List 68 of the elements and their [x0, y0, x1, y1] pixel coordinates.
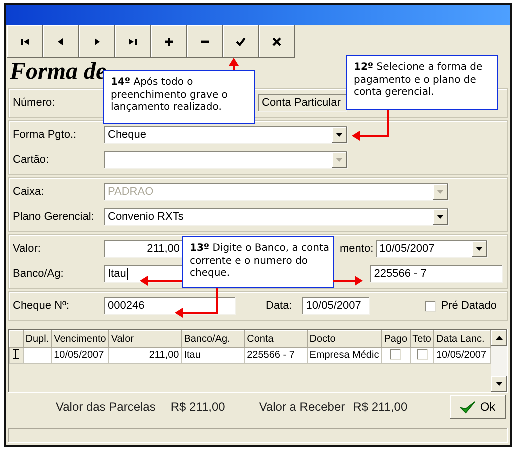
dropdown-field[interactable]: Convenio RXTs [104, 208, 449, 226]
table-cell: Itau [182, 348, 245, 364]
cheque-number-field[interactable]: 000246 [104, 297, 236, 315]
total-label: Valor das Parcelas [56, 400, 156, 414]
column-header[interactable]: Pago [382, 330, 410, 348]
table-cell: Empresa Médic [307, 348, 382, 364]
arrow [140, 276, 182, 286]
field-label: Cheque Nº: [13, 300, 71, 312]
total-value: R$ 211,00 [353, 400, 408, 414]
text-cursor-icon [13, 349, 19, 359]
arrow [333, 276, 363, 286]
remove-button[interactable] [187, 25, 223, 58]
amount-field[interactable]: 211,00 [104, 240, 184, 258]
dropdown-field[interactable]: Cheque [104, 126, 348, 144]
table-cell: 10/05/2007 [434, 348, 490, 364]
check-icon [460, 400, 476, 414]
table-cell: 225566 - 7 [244, 348, 308, 364]
prev-button[interactable] [43, 25, 79, 58]
ok-button[interactable]: Ok [450, 395, 506, 419]
arrow [229, 58, 239, 70]
total-value: R$ 211,00 [170, 400, 226, 414]
skip-forward-icon [127, 36, 139, 46]
close-icon [271, 36, 283, 46]
date-dropdown-field[interactable]: 10/05/2007 [376, 240, 488, 258]
field-label: Banco/Ag: [13, 268, 65, 280]
checkbox-label: Pré Datado [441, 300, 497, 312]
field-label: Forma Pgto.: [13, 129, 78, 141]
arrow [352, 110, 389, 141]
callout-note: 14º Após todo o preenchimento grave o lançamento realizado. [103, 70, 255, 124]
arrow [175, 288, 218, 318]
field-label: Data: [266, 300, 292, 312]
column-header[interactable]: Conta [244, 330, 308, 348]
callout-note: 12º Selecione a forma de pagamento e o plano de conta gerencial. [346, 55, 498, 110]
add-button[interactable] [151, 25, 187, 58]
checkbox[interactable] [425, 300, 436, 312]
column-header[interactable]: Data Lanc. [434, 330, 490, 348]
table-cell: 211,00 [108, 348, 182, 364]
first-button[interactable] [7, 25, 43, 58]
checkbox[interactable] [390, 348, 402, 360]
scrollbar[interactable] [491, 330, 507, 392]
column-header[interactable]: Vencimento [52, 330, 109, 348]
date-field[interactable]: 10/05/2007 [302, 297, 370, 315]
column-header[interactable]: Banco/Ag. [182, 330, 245, 348]
field-label: Caixa: [13, 186, 46, 198]
column-header[interactable]: Dupl. [23, 330, 52, 348]
next-button[interactable] [79, 25, 115, 58]
field-label: mento: [340, 243, 374, 255]
skip-back-icon [19, 36, 31, 46]
checkbox[interactable] [416, 348, 428, 360]
field-label: Número: [13, 97, 56, 109]
last-button[interactable] [115, 25, 151, 58]
column-header[interactable]: Teto [410, 330, 434, 348]
field-label: Cartão: [13, 154, 50, 166]
field-label: Valor: [13, 243, 42, 255]
scroll-up-icon [491, 330, 507, 346]
confirm-button[interactable] [223, 25, 259, 58]
bank-field[interactable]: Itau [104, 265, 184, 283]
account-field[interactable]: Conta Particular [258, 94, 347, 112]
plus-icon [163, 36, 175, 46]
column-header[interactable]: Docto [307, 330, 382, 348]
callout-note: 13º Digite o Banco, a conta corrente e o numero do cheque. [182, 236, 334, 288]
check-icon [235, 36, 247, 46]
field-label: Plano Gerencial: [13, 211, 96, 223]
total-label: Valor a Receber [259, 400, 346, 414]
column-header[interactable]: Valor [108, 330, 182, 348]
account-field[interactable]: 225566 - 7 [370, 265, 503, 283]
cancel-button[interactable] [259, 25, 295, 58]
table-cell: 10/05/2007 [52, 348, 109, 364]
